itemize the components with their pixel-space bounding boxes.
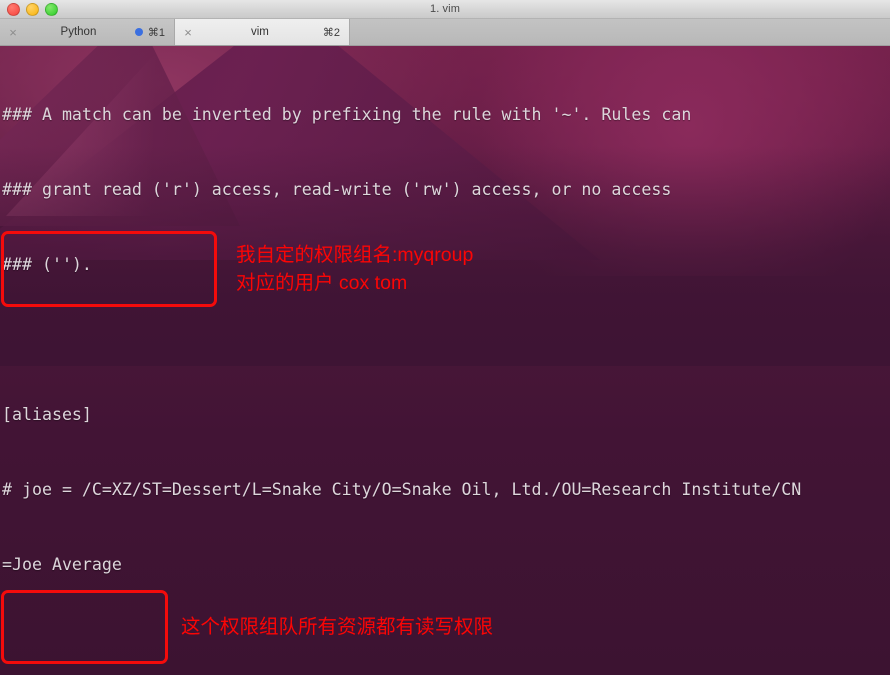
close-icon[interactable]: × <box>0 26 26 39</box>
editor-line: ### A match can be inverted by prefixing… <box>2 105 692 124</box>
terminal-window: 1. vim × Python ⌘1 × vim ⌘2 ### A match … <box>0 0 890 675</box>
tab-bar-filler <box>350 19 890 45</box>
annotation-note-groups-line2: 对应的用户 cox tom <box>236 272 408 294</box>
editor-line: [aliases] <box>2 405 92 424</box>
annotation-note-root-rule: 这个权限组队所有资源都有读写权限 <box>181 616 494 638</box>
minimize-window-button[interactable] <box>26 2 39 16</box>
editor-line: # joe = /C=XZ/ST=Dessert/L=Snake City/O=… <box>2 480 802 499</box>
tab-vim[interactable]: × vim ⌘2 <box>175 19 350 45</box>
annotation-note-groups-line1: 我自定的权限组名:myqroup <box>236 244 474 266</box>
activity-dot-icon <box>134 28 143 36</box>
traffic-light-group <box>0 2 58 16</box>
editor-line: =Joe Average <box>2 555 122 574</box>
window-titlebar: 1. vim <box>0 0 890 19</box>
tab-bar: × Python ⌘1 × vim ⌘2 <box>0 19 890 46</box>
window-title: 1. vim <box>430 3 460 15</box>
close-icon[interactable]: × <box>175 26 201 39</box>
tab-shortcut-label: ⌘1 <box>147 26 165 39</box>
tab-label: Python <box>60 26 97 38</box>
editor-text-area[interactable]: ### A match can be inverted by prefixing… <box>0 46 890 675</box>
tab-label: vim <box>250 26 269 38</box>
tab-python[interactable]: × Python ⌘1 <box>0 19 175 45</box>
tab-shortcut-label: ⌘2 <box>322 26 340 39</box>
maximize-window-button[interactable] <box>45 2 58 16</box>
terminal-pane[interactable]: ### A match can be inverted by prefixing… <box>0 46 890 675</box>
close-window-button[interactable] <box>7 2 20 16</box>
editor-line: ### grant read ('r') access, read-write … <box>2 180 672 199</box>
